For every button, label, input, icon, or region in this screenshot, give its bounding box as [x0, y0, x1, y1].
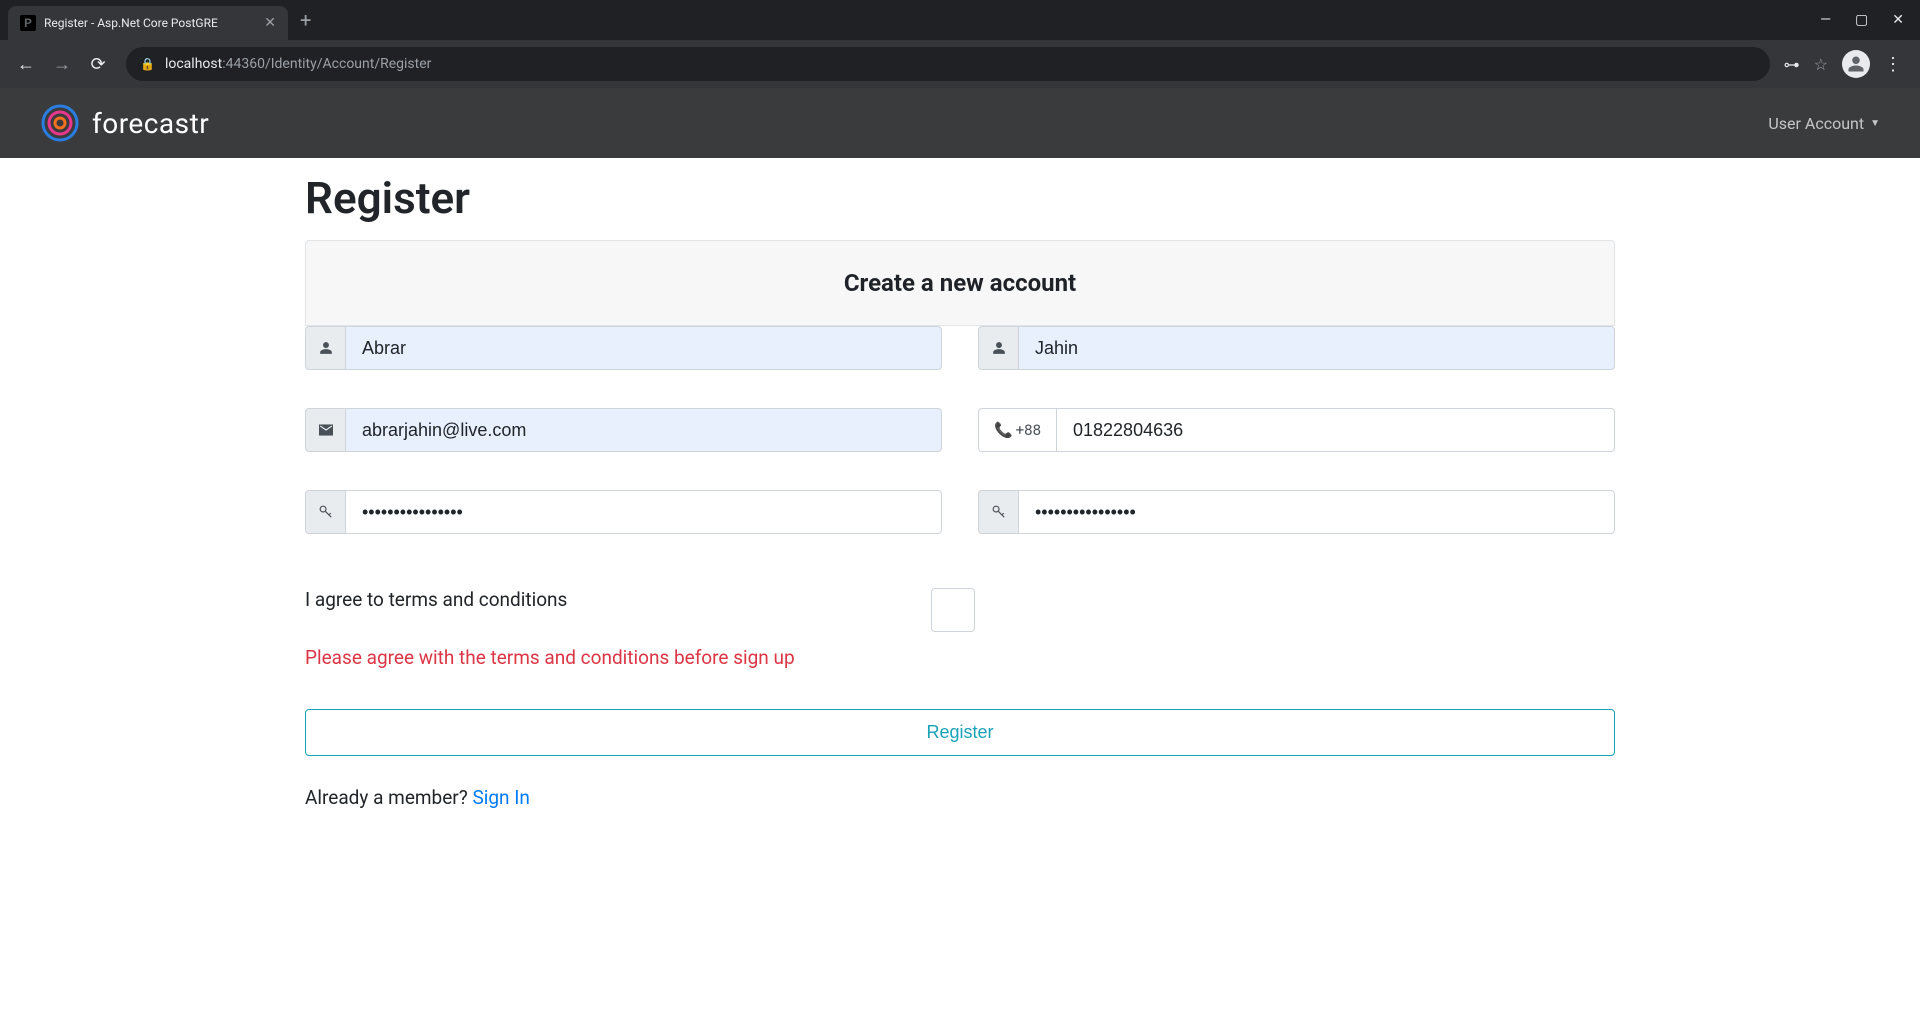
kebab-menu-icon[interactable]: ⋮ — [1884, 54, 1902, 75]
password-group — [305, 490, 942, 534]
browser-toolbar: ← → ⟳ 🔒 localhost:44360/Identity/Account… — [0, 40, 1920, 88]
email-input[interactable] — [345, 408, 942, 452]
tab-favicon: P — [20, 15, 36, 31]
brand-logo[interactable]: forecastr — [40, 103, 209, 143]
form-card-header: Create a new account — [305, 240, 1615, 325]
bookmark-star-icon[interactable]: ☆ — [1814, 55, 1828, 74]
maximize-icon[interactable]: ▢ — [1855, 12, 1868, 28]
brand-name: forecastr — [92, 107, 209, 140]
app-header: forecastr User Account ▼ — [0, 88, 1920, 158]
first-name-input[interactable] — [345, 326, 942, 370]
address-bar[interactable]: 🔒 localhost:44360/Identity/Account/Regis… — [126, 47, 1770, 81]
key-icon[interactable]: ⊶ — [1784, 55, 1800, 74]
browser-tab-strip: P Register - Asp.Net Core PostGRE ✕ + — … — [0, 0, 1920, 40]
first-name-group — [305, 326, 942, 370]
last-name-input[interactable] — [1018, 326, 1615, 370]
phone-input[interactable] — [1056, 408, 1615, 452]
terms-checkbox[interactable] — [931, 588, 975, 632]
close-window-icon[interactable]: ✕ — [1892, 12, 1904, 28]
phone-group: 📞+88 — [978, 408, 1615, 452]
confirm-password-input[interactable] — [1018, 490, 1615, 534]
terms-error-message: Please agree with the terms and conditio… — [305, 646, 1615, 669]
minimize-icon[interactable]: — — [1820, 12, 1831, 28]
profile-avatar[interactable] — [1842, 50, 1870, 78]
key-icon — [305, 490, 345, 534]
browser-tab[interactable]: P Register - Asp.Net Core PostGRE ✕ — [8, 6, 288, 40]
back-button[interactable]: ← — [12, 54, 40, 75]
signin-prompt: Already a member? Sign In — [305, 786, 1615, 809]
logo-icon — [40, 103, 80, 143]
register-button[interactable]: Register — [305, 709, 1615, 756]
confirm-password-group — [978, 490, 1615, 534]
reload-button[interactable]: ⟳ — [84, 54, 112, 75]
forward-button[interactable]: → — [48, 54, 76, 75]
user-account-dropdown[interactable]: User Account ▼ — [1768, 114, 1880, 133]
url-text: localhost:44360/Identity/Account/Registe… — [165, 56, 431, 72]
user-icon — [305, 326, 345, 370]
page-title: Register — [305, 172, 1615, 224]
last-name-group — [978, 326, 1615, 370]
card-title: Create a new account — [306, 269, 1614, 297]
envelope-icon — [305, 408, 345, 452]
page-viewport: forecastr User Account ▼ Register Create… — [0, 88, 1920, 1024]
password-input[interactable] — [345, 490, 942, 534]
key-icon — [978, 490, 1018, 534]
phone-prefix: 📞+88 — [978, 408, 1056, 452]
new-tab-button[interactable]: + — [300, 8, 311, 32]
chevron-down-icon: ▼ — [1870, 118, 1880, 129]
signin-link[interactable]: Sign In — [472, 786, 529, 809]
user-icon — [978, 326, 1018, 370]
terms-label: I agree to terms and conditions — [305, 588, 567, 611]
main-content: Register Create a new account — [305, 172, 1615, 849]
email-group — [305, 408, 942, 452]
terms-row: I agree to terms and conditions — [305, 588, 1615, 632]
close-tab-icon[interactable]: ✕ — [264, 15, 276, 31]
tab-title: Register - Asp.Net Core PostGRE — [44, 16, 256, 30]
window-controls: — ▢ ✕ — [1820, 12, 1920, 28]
lock-icon: 🔒 — [140, 57, 155, 71]
